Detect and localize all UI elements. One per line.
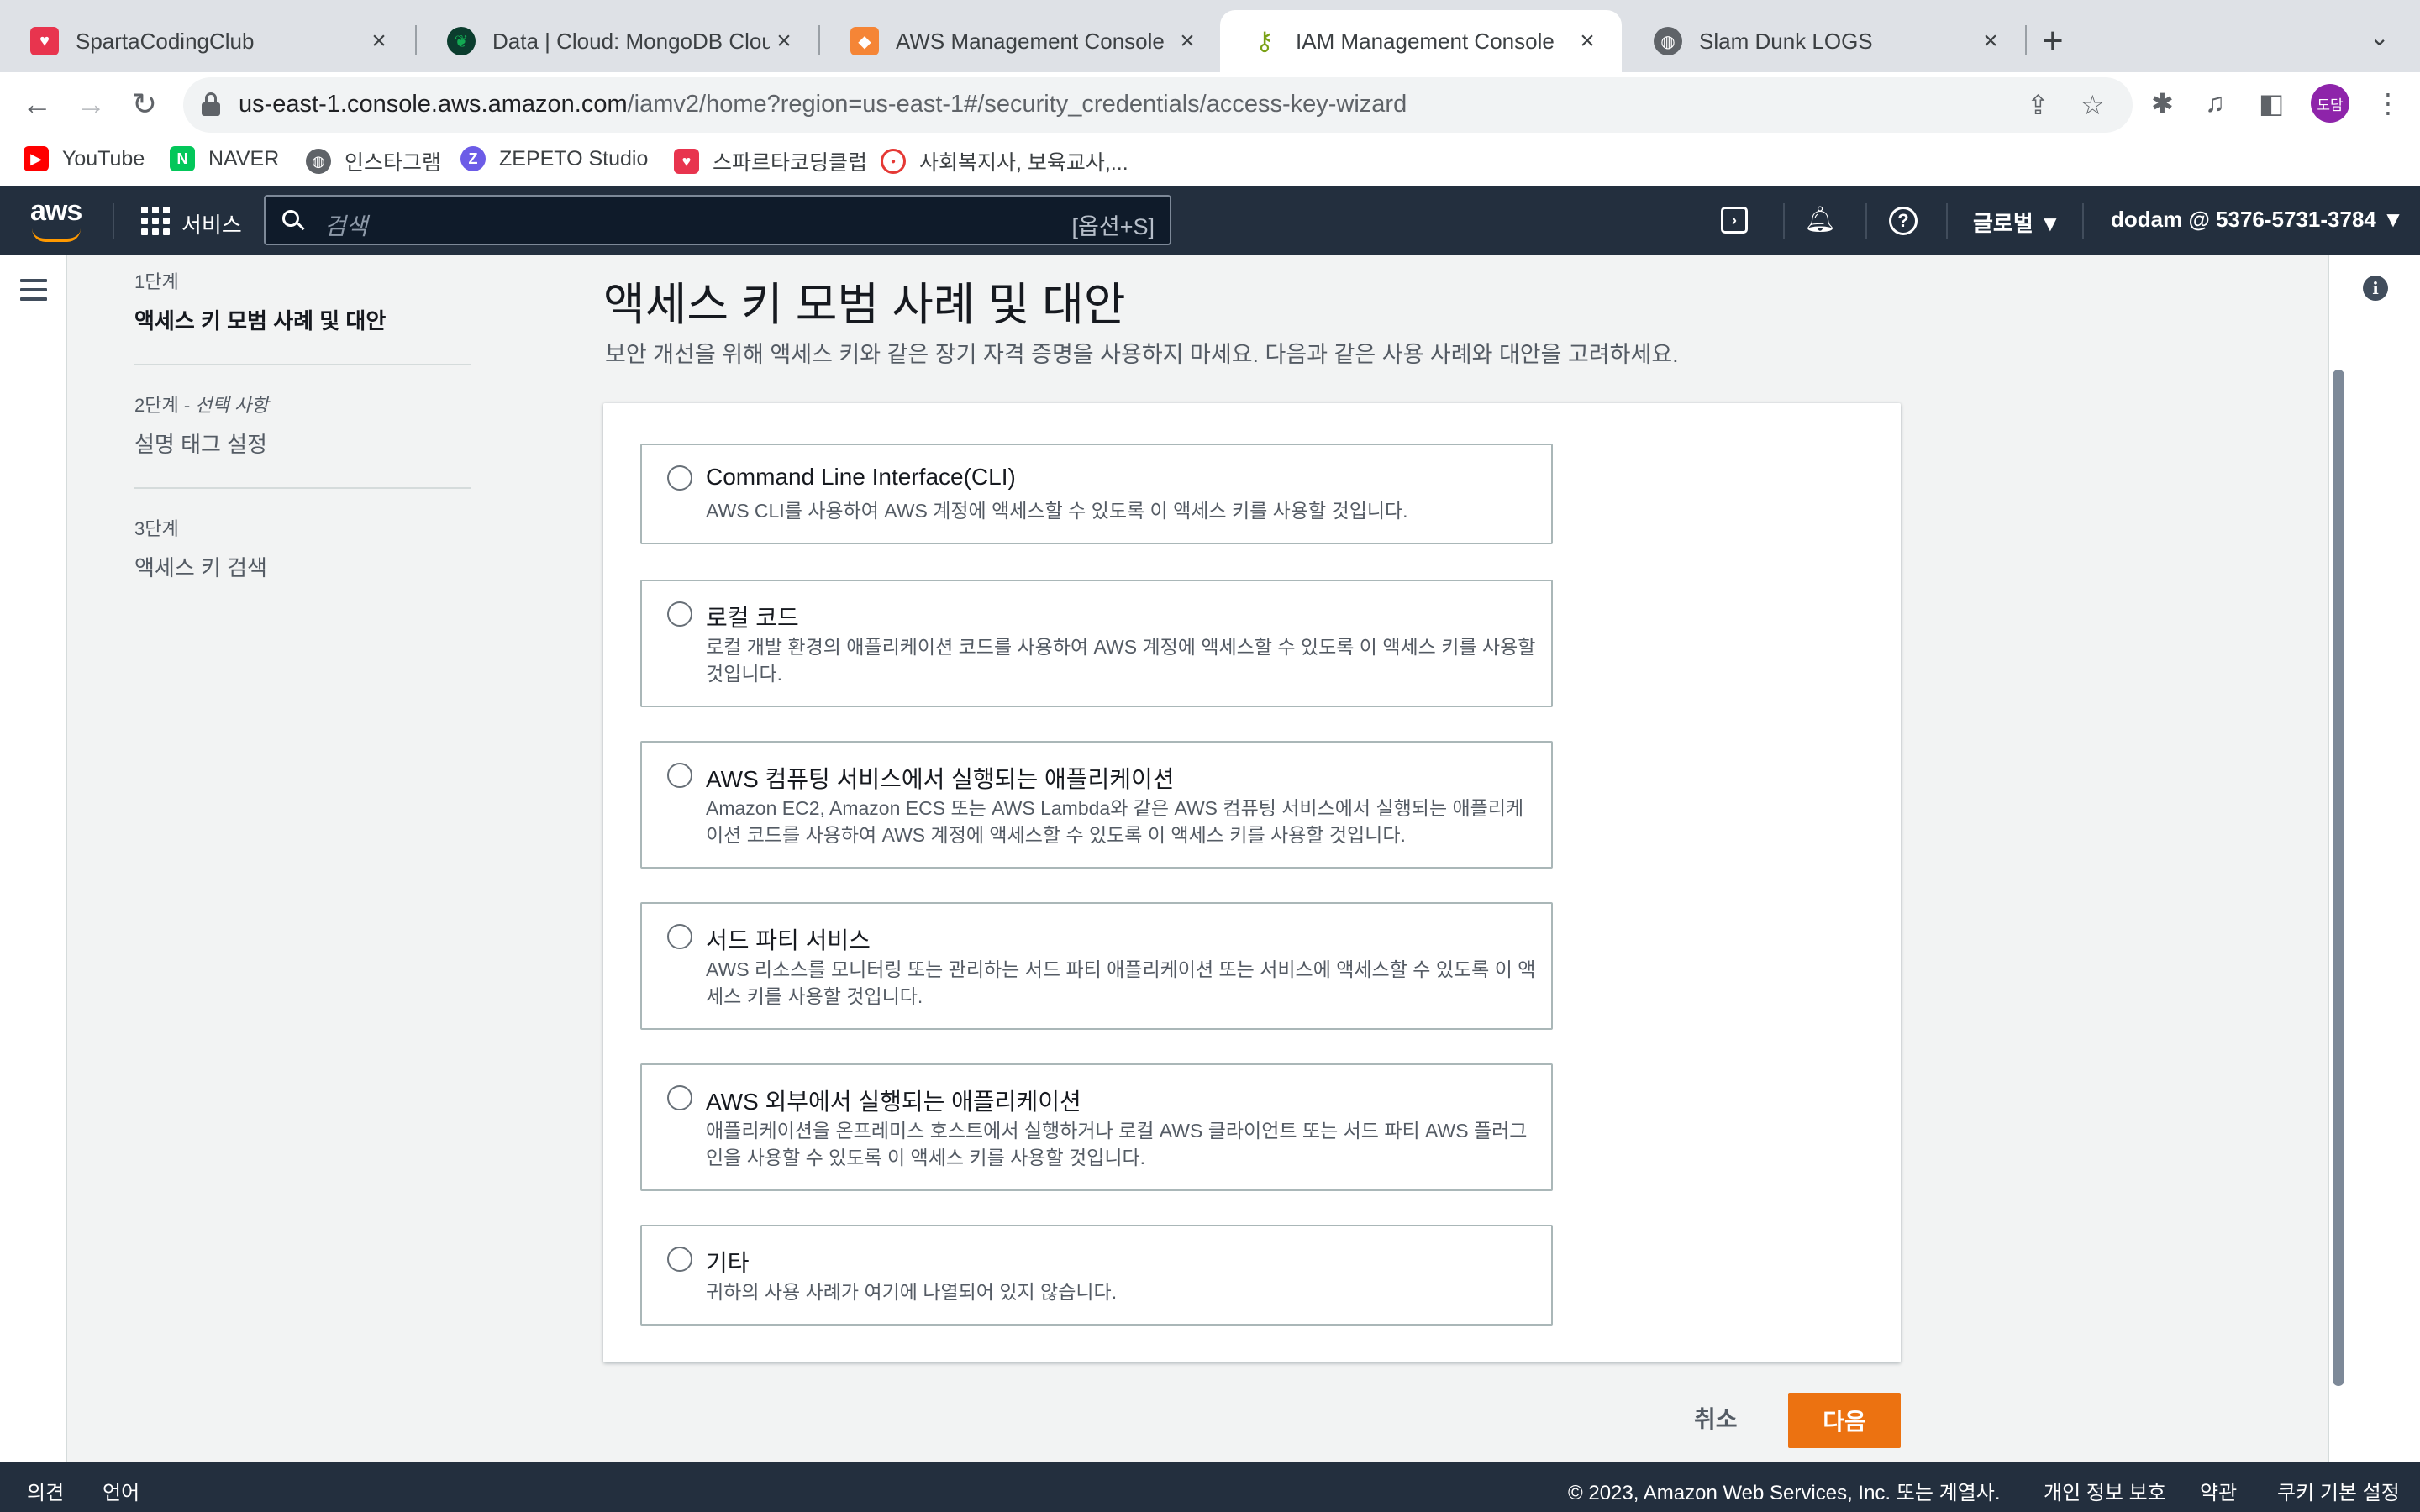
- divider: [134, 364, 471, 365]
- url-text[interactable]: us-east-1.console.aws.amazon.com/iamv2/h…: [239, 91, 1407, 118]
- bookmark-star-icon[interactable]: ☆: [2081, 89, 2105, 121]
- browser-toolbar: ← → ↻ us-east-1.console.aws.amazon.com/i…: [0, 72, 2420, 138]
- browser-tab[interactable]: ◆ AWS Management Console ×: [820, 10, 1222, 72]
- cloudshell-icon[interactable]: ›: [1721, 207, 1748, 234]
- copyright-text: © 2023, Amazon Web Services, Inc. 또는 계열사…: [1568, 1482, 2001, 1504]
- cancel-button[interactable]: 취소: [1694, 1401, 1738, 1435]
- profile-avatar[interactable]: 도담: [2311, 84, 2349, 123]
- mongodb-leaf-icon: ❦: [447, 27, 476, 55]
- search-shortcut-hint: [옵션+S]: [1071, 214, 1155, 239]
- wizard-steps: 1단계 액세스 키 모범 사례 및 대안 2단계 - 선택 사항 설명 태그 설…: [134, 255, 471, 582]
- browser-tab[interactable]: ◍ Slam Dunk LOGS ×: [1623, 10, 2025, 72]
- radio-button[interactable]: [667, 924, 692, 949]
- sparta-icon: ♥: [30, 27, 59, 55]
- circle-logo-icon: ●: [881, 149, 906, 174]
- close-tab-icon[interactable]: ×: [1573, 27, 1602, 55]
- tab-title: IAM Management Console: [1296, 28, 1555, 54]
- bookmark-youtube[interactable]: ▶ YouTube: [24, 146, 145, 171]
- close-tab-icon[interactable]: ×: [1173, 27, 1202, 55]
- lock-icon[interactable]: [202, 92, 220, 116]
- divider: [134, 487, 471, 489]
- option-local-code[interactable]: 로컬 코드 로컬 개발 환경의 애플리케이션 코드를 사용하여 AWS 계정에 …: [640, 580, 1553, 707]
- browser-tab-active[interactable]: ⚷ IAM Management Console ×: [1220, 10, 1622, 72]
- bookmark-sparta[interactable]: ♥ 스파르타코딩클럽: [674, 146, 867, 176]
- browser-tab[interactable]: ❦ Data | Cloud: MongoDB Cloud ×: [417, 10, 818, 72]
- language-link[interactable]: 언어: [103, 1476, 139, 1505]
- services-menu-button[interactable]: 서비스: [182, 208, 242, 239]
- side-panel-icon[interactable]: ◧: [2259, 87, 2284, 119]
- info-icon[interactable]: i: [2363, 276, 2388, 301]
- aws-smile-icon: [32, 228, 81, 242]
- terms-link[interactable]: 약관: [2200, 1476, 2237, 1505]
- page-description: 보안 개선을 위해 액세스 키와 같은 장기 자격 증명을 사용하지 마세요. …: [605, 342, 1679, 367]
- search-placeholder: 검색: [324, 213, 368, 239]
- globe-icon: ◍: [1654, 27, 1682, 55]
- console-footer: 의견 언어 © 2023, Amazon Web Services, Inc. …: [0, 1462, 2420, 1512]
- close-tab-icon[interactable]: ×: [770, 27, 798, 55]
- sparta-icon: ♥: [674, 149, 699, 174]
- page-content: 1단계 액세스 키 모범 사례 및 대안 2단계 - 선택 사항 설명 태그 설…: [0, 255, 2420, 1462]
- bookmark-social-welfare[interactable]: ● 사회복지사, 보육교사,...: [881, 146, 1128, 176]
- region-selector[interactable]: 글로벌 ▼: [1973, 207, 2061, 238]
- browser-menu-icon[interactable]: ⋮: [2375, 87, 2402, 119]
- back-arrow-icon[interactable]: ←: [18, 86, 55, 123]
- page-title: 액세스 키 모범 사례 및 대안: [603, 280, 1126, 330]
- media-control-icon[interactable]: ♫: [2205, 87, 2225, 118]
- bookmark-zepeto[interactable]: Z ZEPETO Studio: [460, 146, 648, 171]
- scrollbar[interactable]: [2333, 370, 2344, 1386]
- radio-button[interactable]: [667, 1247, 692, 1272]
- naver-icon: N: [170, 146, 195, 171]
- use-case-container: Command Line Interface(CLI) AWS CLI를 사용하…: [603, 403, 1901, 1362]
- tab-title: AWS Management Console: [896, 28, 1165, 54]
- tab-search-chevron-icon[interactable]: ⌄: [2370, 24, 2389, 51]
- notifications-bell-icon[interactable]: 🔔︎: [1803, 203, 1837, 237]
- next-button[interactable]: 다음: [1788, 1393, 1901, 1448]
- option-aws-compute[interactable]: AWS 컴퓨팅 서비스에서 실행되는 애플리케이션 Amazon EC2, Am…: [640, 741, 1553, 869]
- tab-title: SpartaCodingClub: [76, 28, 255, 54]
- wizard-step-1[interactable]: 1단계 액세스 키 모범 사례 및 대안: [134, 267, 471, 335]
- radio-button[interactable]: [667, 465, 692, 491]
- radio-button[interactable]: [667, 1085, 692, 1110]
- forward-arrow-icon[interactable]: →: [72, 86, 109, 123]
- browser-tab-strip: ♥ SpartaCodingClub × ❦ Data | Cloud: Mon…: [0, 0, 2420, 72]
- wizard-step-3[interactable]: 3단계 액세스 키 검색: [134, 514, 471, 582]
- option-outside-aws[interactable]: AWS 외부에서 실행되는 애플리케이션 애플리케이션을 온프레미스 호스트에서…: [640, 1063, 1553, 1191]
- tab-title: Data | Cloud: MongoDB Cloud: [492, 28, 770, 54]
- zepeto-icon: Z: [460, 146, 486, 171]
- close-tab-icon[interactable]: ×: [365, 27, 393, 55]
- share-icon[interactable]: ⇪: [2027, 89, 2049, 121]
- reload-icon[interactable]: ↻: [126, 86, 163, 123]
- left-nav-rail: [0, 255, 67, 1462]
- help-icon[interactable]: ?: [1889, 207, 1918, 235]
- privacy-link[interactable]: 개인 정보 보호: [2044, 1476, 2166, 1505]
- hamburger-menu-icon[interactable]: [20, 279, 47, 301]
- address-bar[interactable]: us-east-1.console.aws.amazon.com/iamv2/h…: [183, 77, 2133, 133]
- close-tab-icon[interactable]: ×: [1976, 27, 2005, 55]
- aws-logo[interactable]: aws: [30, 195, 84, 245]
- wizard-step-2[interactable]: 2단계 - 선택 사항 설명 태그 설정: [134, 391, 471, 459]
- search-icon: [282, 210, 305, 232]
- services-grid-icon[interactable]: [141, 207, 170, 235]
- new-tab-icon[interactable]: +: [2042, 18, 2064, 64]
- feedback-link[interactable]: 의견: [27, 1476, 64, 1505]
- browser-tab[interactable]: ♥ SpartaCodingClub ×: [0, 10, 413, 72]
- account-menu[interactable]: dodam @ 5376-5731-3784 ▼: [2111, 207, 2404, 233]
- iam-key-icon: ⚷: [1255, 27, 1274, 55]
- extensions-puzzle-icon[interactable]: ✱: [2151, 87, 2174, 119]
- option-other[interactable]: 기타 귀하의 사용 사례가 여기에 나열되어 있지 않습니다.: [640, 1225, 1553, 1326]
- bookmarks-bar: ▶ YouTube N NAVER ◍ 인스타그램 Z ZEPETO Studi…: [0, 138, 2420, 186]
- globe-icon: ◍: [306, 149, 331, 174]
- option-cli[interactable]: Command Line Interface(CLI) AWS CLI를 사용하…: [640, 444, 1553, 544]
- aws-box-icon: ◆: [850, 27, 879, 55]
- radio-button[interactable]: [667, 763, 692, 788]
- cookie-preferences-link[interactable]: 쿠키 기본 설정: [2277, 1476, 2400, 1505]
- tab-title: Slam Dunk LOGS: [1699, 28, 1873, 54]
- bookmark-naver[interactable]: N NAVER: [170, 146, 279, 171]
- aws-top-nav: aws 서비스 검색 [옵션+S] › 🔔︎ ? 글로벌 ▼ dodam @ 5…: [0, 186, 2420, 255]
- bookmark-instagram[interactable]: ◍ 인스타그램: [306, 146, 441, 176]
- option-third-party[interactable]: 서드 파티 서비스 AWS 리소스를 모니터링 또는 관리하는 서드 파티 애플…: [640, 902, 1553, 1030]
- youtube-icon: ▶: [24, 146, 49, 171]
- search-input[interactable]: 검색 [옵션+S]: [264, 195, 1171, 245]
- radio-button[interactable]: [667, 601, 692, 627]
